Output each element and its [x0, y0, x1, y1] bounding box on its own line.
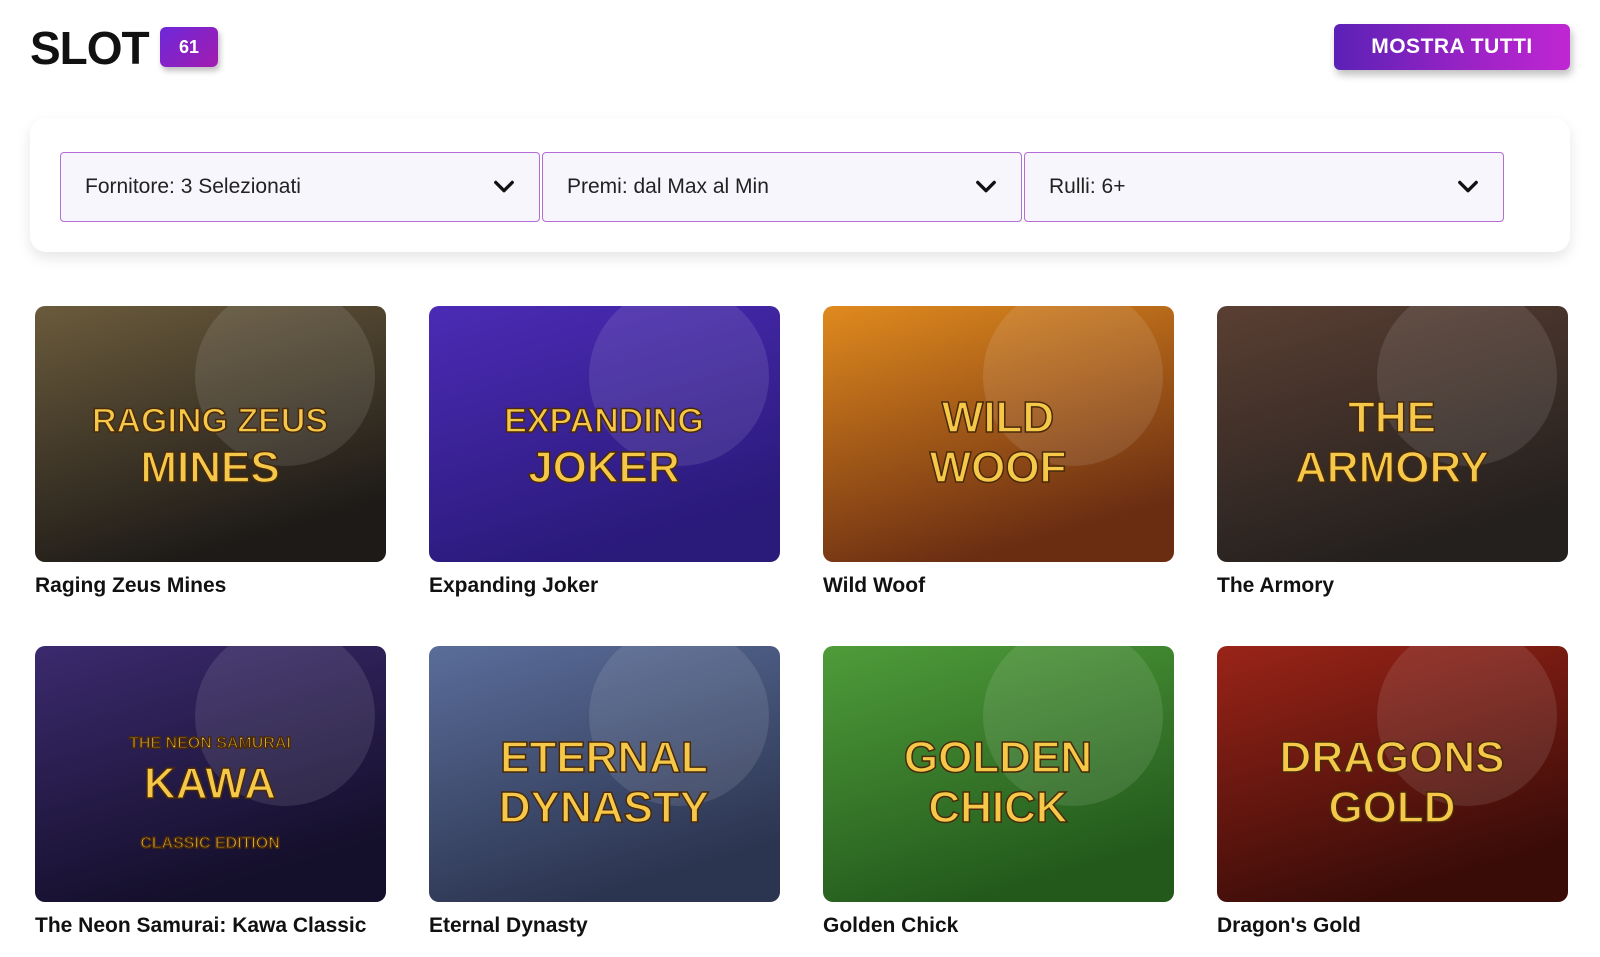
game-logo-text: DRAGONS [1280, 733, 1505, 782]
game-title[interactable]: Golden Chick [823, 914, 1174, 938]
game-title[interactable]: Expanding Joker [429, 574, 780, 598]
game-thumbnail[interactable]: GOLDENCHICK [823, 646, 1174, 902]
filter-panel: Fornitore: 3 Selezionati Premi: dal Max … [30, 118, 1570, 252]
game-logo-text: WILD [942, 393, 1054, 442]
game-logo-text: EXPANDING [504, 402, 704, 440]
show-all-button[interactable]: MOSTRA TUTTI [1334, 24, 1570, 70]
game-title[interactable]: The Neon Samurai: Kawa Classic [35, 914, 386, 938]
game-logo-text: GOLD [1328, 783, 1455, 832]
game-logo-text: CHICK [928, 783, 1068, 832]
game-logo-text: ARMORY [1295, 443, 1489, 492]
game-thumbnail[interactable]: DRAGONSGOLD [1217, 646, 1568, 902]
game-logo-text: KAWA [144, 759, 276, 808]
game-logo-text: THE NEON SAMURAI [129, 735, 291, 752]
game-title[interactable]: Wild Woof [823, 574, 1174, 598]
prize-sort-dropdown[interactable]: Premi: dal Max al Min [542, 152, 1022, 222]
game-thumbnail[interactable]: THEARMORY [1217, 306, 1568, 562]
game-thumbnail[interactable]: RAGING ZEUSMINES [35, 306, 386, 562]
game-card[interactable]: THE ARMORY The Armory [1217, 306, 1568, 598]
prize-sort-label: Premi: dal Max al Min [567, 175, 769, 198]
game-thumbnail[interactable]: ETERNALDYNASTY [429, 646, 780, 902]
game-card[interactable]: WILD WOOF Wild Woof [823, 306, 1174, 598]
provider-filter-label: Fornitore: 3 Selezionati [85, 175, 301, 198]
game-thumbnail[interactable]: EXPANDINGJOKER [429, 306, 780, 562]
chevron-down-icon [494, 180, 514, 193]
game-card[interactable]: DRAGONS GOLD Dragon's Gold [1217, 646, 1568, 938]
game-title[interactable]: Eternal Dynasty [429, 914, 780, 938]
game-thumbnail[interactable]: THE NEON SAMURAI KAWA CLASSIC EDITION [35, 646, 386, 902]
game-card[interactable]: EXPANDING JOKER Expanding Joker [429, 306, 780, 598]
game-logo-text: DYNASTY [499, 783, 709, 832]
chevron-down-icon [1458, 180, 1478, 193]
game-thumbnail[interactable]: WILDWOOF [823, 306, 1174, 562]
game-logo-text: ETERNAL [500, 733, 708, 782]
game-logo-text: RAGING ZEUS [92, 402, 328, 440]
game-logo-text: THE [1348, 393, 1436, 442]
section-header: SLOT 61 MOSTRA TUTTI [30, 22, 1570, 74]
reels-filter-dropdown[interactable]: Rulli: 6+ [1024, 152, 1504, 222]
game-title[interactable]: The Armory [1217, 574, 1568, 598]
game-logo-text: MINES [140, 443, 279, 492]
section-title: SLOT [30, 22, 150, 74]
chevron-down-icon [976, 180, 996, 193]
game-count-badge: 61 [160, 27, 218, 67]
game-logo-text: JOKER [528, 443, 680, 492]
game-card[interactable]: GOLDEN CHICK Golden Chick [823, 646, 1174, 938]
game-title[interactable]: Dragon's Gold [1217, 914, 1568, 938]
game-card[interactable]: THE NEON SAMURAI KAWA CLASSIC EDITION The N… [35, 646, 386, 938]
game-logo-text: WOOF [930, 443, 1067, 492]
game-title[interactable]: Raging Zeus Mines [35, 574, 386, 598]
game-logo-text: CLASSIC EDITION [140, 835, 280, 852]
game-card[interactable]: ETERNAL DYNASTY Eternal Dynasty [429, 646, 780, 938]
provider-filter-dropdown[interactable]: Fornitore: 3 Selezionati [60, 152, 540, 222]
game-card[interactable]: RAGING ZEUS MINES Raging Zeus Mines [35, 306, 386, 598]
game-logo-text: GOLDEN [904, 733, 1092, 782]
reels-filter-label: Rulli: 6+ [1049, 175, 1126, 198]
